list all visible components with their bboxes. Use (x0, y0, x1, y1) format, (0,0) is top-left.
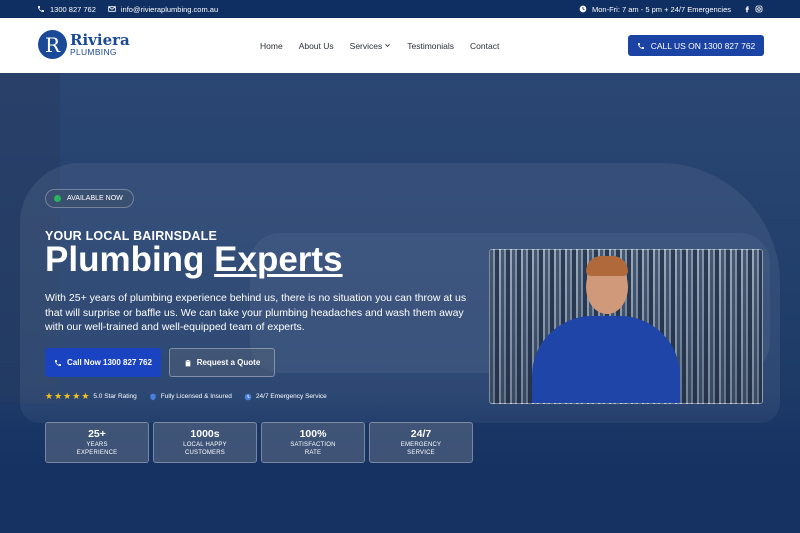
instagram-icon[interactable] (755, 5, 763, 13)
request-quote-button[interactable]: Request a Quote (169, 348, 275, 377)
stat-label-line-1: LOCAL HAPPY (183, 442, 227, 448)
star-icon: ★ (72, 391, 81, 401)
stat-label: YEARS EXPERIENCE (77, 442, 118, 457)
hero-call-label: Call Now 1300 827 762 (67, 358, 152, 367)
logo-text: Riviera PLUMBING (70, 30, 130, 57)
video-person-shirt (532, 316, 680, 403)
logo[interactable]: R Riviera PLUMBING (38, 30, 130, 59)
clock-icon (579, 5, 587, 13)
topbar-hours: Mon-Fri: 7 am - 5 pm + 24/7 Emergencies (579, 5, 731, 14)
emergency-indicator: 24/7 Emergency Service (244, 393, 327, 401)
nav-services-label: Services (349, 40, 383, 51)
header-call-label: CALL US ON 1300 827 762 (650, 40, 756, 51)
stat-label: SATISFACTION RATE (290, 442, 335, 457)
envelope-icon (108, 6, 116, 12)
logo-mark: R (38, 30, 67, 59)
stat-card: 100% SATISFACTION RATE (261, 422, 365, 463)
stats-row: 25+ YEARS EXPERIENCE 1000s LOCAL HAPPY CUS… (45, 422, 473, 463)
available-badge: AVAILABLE NOW (45, 189, 134, 208)
star-rating-text: 5.0 Star Rating (93, 393, 137, 400)
stat-value: 25+ (88, 428, 106, 440)
hero-headline: Plumbing Experts (45, 242, 343, 277)
topbar-phone-text: 1300 827 762 (50, 4, 96, 14)
shield-icon (150, 393, 156, 400)
contact-info: 1300 827 762 info@rivieraplumbing.com.au (37, 5, 218, 14)
stat-value: 24/7 (410, 428, 432, 440)
licensed-indicator: Fully Licensed & Insured (149, 393, 232, 401)
clipboard-icon (185, 359, 191, 366)
stat-label-line-2: EXPERIENCE (76, 449, 118, 456)
stat-label: LOCAL HAPPY CUSTOMERS (183, 442, 227, 457)
phone-icon (38, 6, 44, 12)
clock-icon (244, 393, 252, 400)
trust-indicators: ★ ★ ★ ★ ★ 5.0 Star Rating Fully Licensed & I… (45, 392, 327, 401)
stat-label: EMERGENCY SERVICE (401, 442, 441, 457)
headline-part-1: Plumbing (45, 240, 215, 279)
star-rating: ★ ★ ★ ★ ★ 5.0 Star Rating (45, 392, 137, 401)
stat-card: 1000s LOCAL HAPPY CUSTOMERS (153, 422, 257, 463)
phone-icon (637, 42, 644, 49)
nav-about[interactable]: About Us (299, 41, 334, 51)
header-call-button[interactable]: CALL US ON 1300 827 762 (628, 35, 764, 56)
star-icon: ★ (54, 391, 63, 401)
phone-icon (55, 359, 62, 366)
stat-card: 24/7 EMERGENCY SERVICE (369, 422, 473, 463)
hero-call-button[interactable]: Call Now 1300 827 762 (45, 348, 161, 377)
logo-line-2: PLUMBING (70, 46, 117, 57)
status-dot-icon (54, 195, 61, 202)
licensed-text: Fully Licensed & Insured (160, 393, 232, 400)
request-quote-label: Request a Quote (196, 358, 261, 367)
stat-value: 100% (299, 428, 327, 440)
stat-label-line-1: EMERGENCY (400, 442, 442, 448)
hours-and-social: Mon-Fri: 7 am - 5 pm + 24/7 Emergencies (579, 5, 763, 14)
social-links (743, 5, 763, 13)
star-rating-stars: ★ ★ ★ ★ ★ (45, 392, 89, 401)
main-nav: Home About Us Services Testimonials Cont… (260, 18, 499, 73)
stat-label-line-2: CUSTOMERS (184, 449, 225, 456)
hero-description: With 25+ years of plumbing experience be… (45, 292, 467, 334)
topbar-email[interactable]: info@rivieraplumbing.com.au (108, 5, 218, 14)
headline-part-2: Experts (214, 240, 343, 279)
nav-services[interactable]: Services (350, 41, 392, 51)
stat-card: 25+ YEARS EXPERIENCE (45, 422, 149, 463)
nav-home[interactable]: Home (260, 41, 283, 51)
site-header: R Riviera PLUMBING Home About Us Service… (0, 18, 800, 73)
star-icon: ★ (63, 391, 72, 401)
stat-label-line-2: SERVICE (407, 449, 435, 456)
available-badge-text: AVAILABLE NOW (67, 195, 123, 202)
stat-value: 1000s (190, 428, 220, 440)
topbar-phone[interactable]: 1300 827 762 (37, 5, 96, 14)
top-info-bar: 1300 827 762 info@rivieraplumbing.com.au… (0, 0, 800, 18)
emergency-text: 24/7 Emergency Service (255, 393, 327, 400)
stat-label-line-1: YEARS (86, 442, 108, 448)
nav-testimonials[interactable]: Testimonials (407, 41, 454, 51)
hero-bottom-gradient (0, 393, 800, 533)
star-icon: ★ (81, 391, 90, 401)
stat-label-line-1: SATISFACTION (290, 442, 336, 448)
video-person-hair (586, 256, 628, 276)
nav-contact[interactable]: Contact (470, 41, 499, 51)
logo-line-1: Riviera (70, 30, 130, 49)
star-icon: ★ (45, 391, 54, 401)
topbar-email-text: info@rivieraplumbing.com.au (120, 4, 219, 14)
topbar-hours-text: Mon-Fri: 7 am - 5 pm + 24/7 Emergencies (591, 4, 731, 14)
facebook-icon[interactable] (743, 5, 751, 13)
intro-video-player[interactable] (489, 249, 763, 404)
stat-label-line-2: RATE (304, 449, 322, 456)
chevron-down-icon (385, 44, 391, 47)
